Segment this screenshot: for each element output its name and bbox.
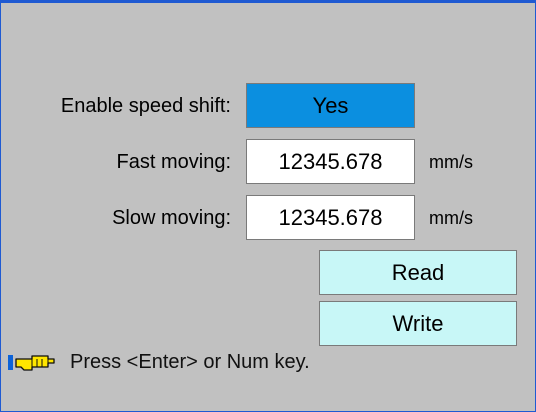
enable-speed-shift-label: Enable speed shift: [60, 95, 231, 117]
slow-moving-unit: mm/s [429, 208, 473, 228]
fast-moving-label: Fast moving: [116, 151, 231, 173]
write-button[interactable]: Write [319, 301, 517, 346]
slow-moving-input[interactable]: 12345.678 [246, 195, 415, 240]
enable-speed-shift-toggle[interactable]: Yes [246, 83, 415, 128]
hand-pointing-icon [7, 350, 57, 374]
read-button[interactable]: Read [319, 250, 517, 295]
speed-shift-settings-screen: Enable speed shift: Yes Fast moving: 123… [0, 0, 536, 412]
fast-moving-input[interactable]: 12345.678 [246, 139, 415, 184]
slow-moving-label: Slow moving: [112, 207, 231, 229]
fast-moving-unit: mm/s [429, 152, 473, 172]
hint-text: Press <Enter> or Num key. [70, 351, 310, 373]
